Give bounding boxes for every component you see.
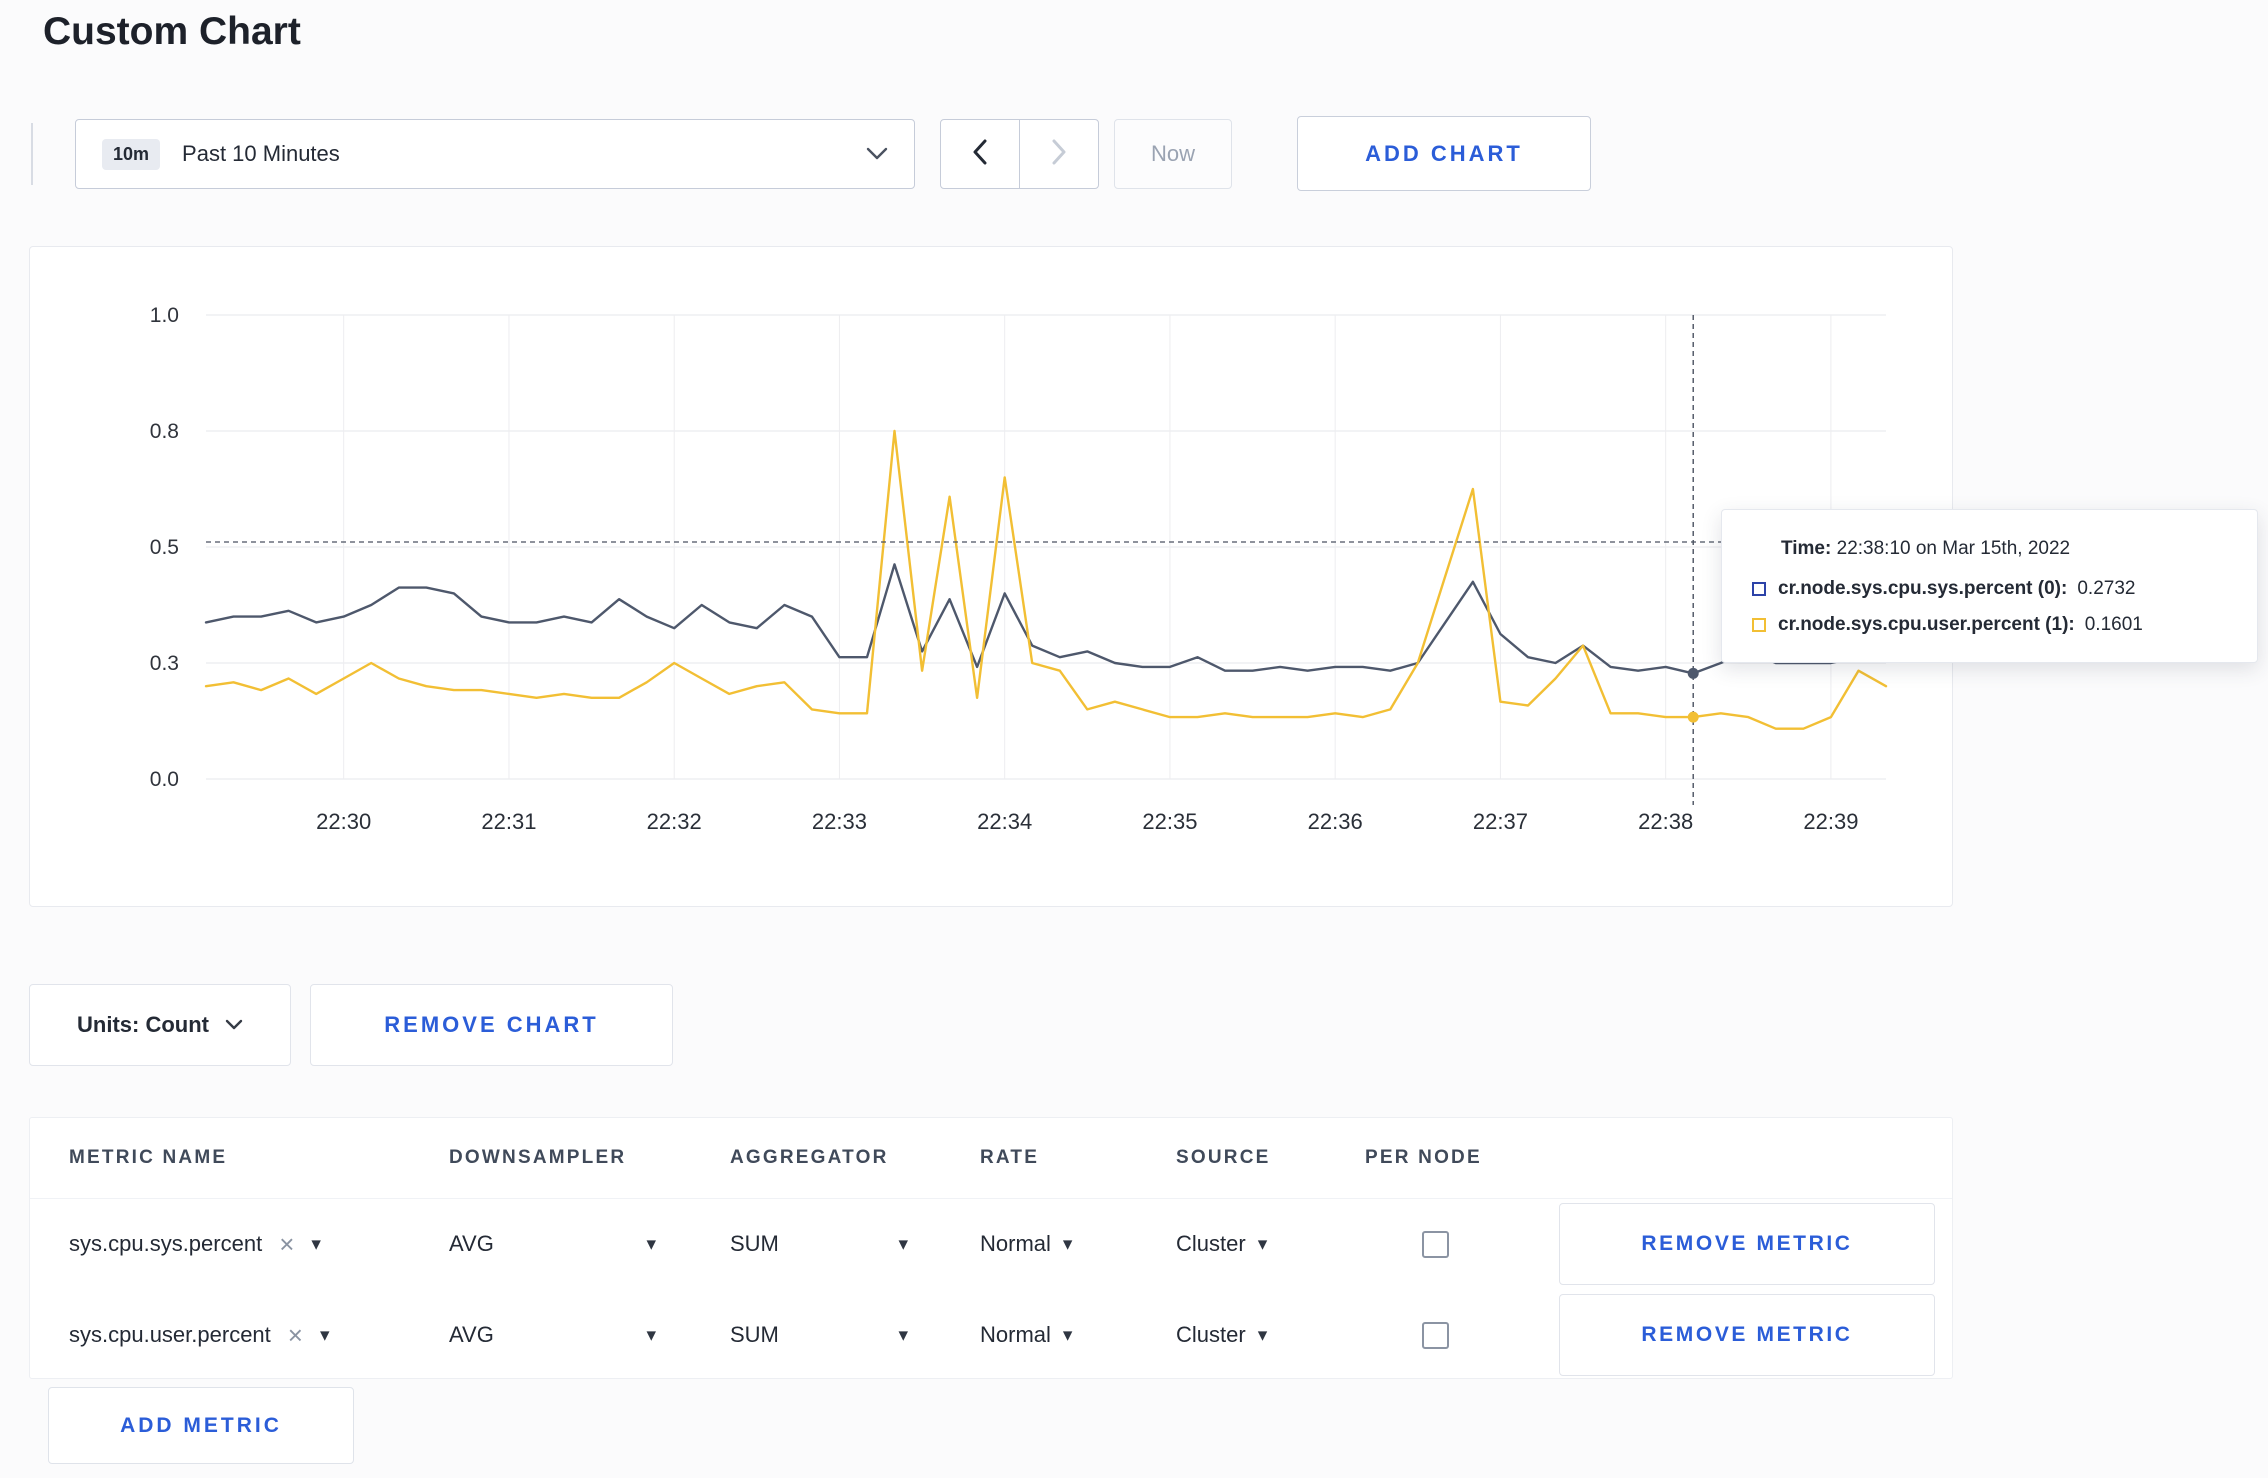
triangle-down-icon: ▾ (1257, 1324, 1268, 1346)
triangle-down-icon: ▾ (319, 1324, 330, 1346)
time-nav-group (940, 119, 1099, 189)
metric-row: sys.cpu.sys.percent × ▾ AVG ▾ SUM ▾ Norm… (30, 1203, 1952, 1285)
chevron-down-icon (866, 147, 888, 161)
tooltip-series-name: cr.node.sys.cpu.sys.percent (0): (1778, 578, 2068, 599)
rate-select[interactable]: Normal ▾ (980, 1294, 1072, 1376)
per-node-checkbox[interactable] (1421, 1321, 1449, 1349)
x-axis-label: 22:31 (481, 809, 536, 834)
prev-time-button[interactable] (940, 119, 1020, 189)
add-chart-button[interactable]: ADD CHART (1297, 116, 1591, 191)
tooltip-series-row: cr.node.sys.cpu.sys.percent (0): 0.2732 (1752, 578, 2227, 600)
triangle-down-icon: ▾ (1062, 1233, 1073, 1255)
triangle-down-icon: ▾ (311, 1233, 321, 1255)
column-header-aggregator: AGGREGATOR (730, 1147, 889, 1168)
y-axis-label: 0.8 (150, 420, 179, 443)
units-label: Units: Count (77, 1012, 209, 1037)
user-series-marker-icon (1752, 618, 1766, 632)
aggregator-value: SUM (730, 1231, 779, 1256)
column-header-rate: RATE (980, 1147, 1040, 1168)
rate-select[interactable]: Normal ▾ (980, 1203, 1072, 1285)
units-dropdown[interactable]: Units: Count (29, 984, 291, 1066)
x-axis-label: 22:36 (1308, 809, 1363, 834)
tooltip-time: Time: 22:38:10 on Mar 15th, 2022 (1781, 538, 2227, 560)
downsampler-value: AVG (449, 1231, 494, 1256)
column-header-downsampler: DOWNSAMPLER (449, 1147, 627, 1168)
column-header-per-node: PER NODE (1365, 1147, 1482, 1168)
time-range-badge: 10m (102, 138, 161, 170)
rate-value: Normal (980, 1231, 1051, 1256)
per-node-cell (1365, 1294, 1505, 1376)
remove-tag-icon[interactable]: × (288, 1322, 303, 1348)
series-line-0 (204, 563, 1888, 675)
tooltip-series-name: cr.node.sys.cpu.user.percent (1): (1778, 614, 2075, 635)
triangle-down-icon: ▾ (1062, 1324, 1073, 1346)
x-axis-label: 22:33 (812, 809, 867, 834)
source-value: Cluster (1176, 1231, 1246, 1256)
source-select[interactable]: Cluster ▾ (1176, 1294, 1267, 1376)
tooltip-time-label: Time: (1781, 538, 1832, 559)
tooltip-time-value: 22:38:10 on Mar 15th, 2022 (1836, 538, 2071, 559)
chart-canvas[interactable]: 0.0 0.3 0.5 0.8 1.0 22:30 22:31 22:32 22:33 22:34… (30, 247, 1954, 908)
hover-point-0 (1687, 667, 1699, 679)
x-axis-label: 22:32 (647, 809, 702, 834)
time-range-dropdown[interactable]: 10m Past 10 Minutes (75, 119, 915, 189)
triangle-down-icon: ▾ (1257, 1233, 1268, 1255)
rate-value: Normal (980, 1322, 1051, 1347)
chevron-left-icon (972, 139, 988, 170)
y-axis-label: 0.3 (150, 652, 179, 675)
remove-chart-button[interactable]: REMOVE CHART (310, 984, 673, 1066)
aggregator-select[interactable]: SUM ▾ (730, 1203, 908, 1285)
column-header-source: SOURCE (1176, 1147, 1271, 1168)
series-line-1 (204, 429, 1888, 730)
triangle-down-icon: ▾ (646, 1233, 656, 1255)
remove-metric-button[interactable]: REMOVE METRIC (1559, 1294, 1935, 1376)
remove-tag-icon[interactable]: × (279, 1231, 294, 1257)
column-header-metric-name: METRIC NAME (69, 1147, 228, 1168)
metrics-table: METRIC NAME DOWNSAMPLER AGGREGATOR RATE … (29, 1117, 1953, 1379)
source-value: Cluster (1176, 1322, 1246, 1347)
tooltip-series-value: 0.2732 (2077, 578, 2136, 599)
triangle-down-icon: ▾ (898, 1233, 908, 1255)
triangle-down-icon: ▾ (646, 1324, 656, 1346)
x-axis-label: 22:30 (316, 809, 371, 834)
chevron-right-icon (1051, 139, 1067, 170)
x-axis-label: 22:35 (1142, 809, 1197, 834)
y-axis-label: 0.0 (150, 768, 179, 791)
metric-name-value: sys.cpu.user.percent (69, 1322, 271, 1347)
chart-panel: 0.0 0.3 0.5 0.8 1.0 22:30 22:31 22:32 22:33 22:34… (29, 246, 1953, 907)
x-axis-label: 22:38 (1638, 809, 1693, 834)
add-metric-button[interactable]: ADD METRIC (48, 1387, 354, 1464)
downsampler-select[interactable]: AVG ▾ (449, 1203, 656, 1285)
tooltip-series-row: cr.node.sys.cpu.user.percent (1): 0.1601 (1752, 614, 2227, 636)
chart-tooltip: Time: 22:38:10 on Mar 15th, 2022 cr.node… (1721, 509, 2258, 663)
x-axis-label: 22:37 (1473, 809, 1528, 834)
per-node-cell (1365, 1203, 1505, 1285)
remove-metric-button[interactable]: REMOVE METRIC (1559, 1203, 1935, 1285)
now-button[interactable]: Now (1114, 119, 1232, 189)
next-time-button[interactable] (1019, 119, 1099, 189)
aggregator-value: SUM (730, 1322, 779, 1347)
hover-point-1 (1687, 711, 1699, 723)
downsampler-select[interactable]: AVG ▾ (449, 1294, 656, 1376)
per-node-checkbox[interactable] (1421, 1230, 1449, 1258)
tooltip-series-value: 0.1601 (2084, 614, 2143, 635)
metric-name-select[interactable]: sys.cpu.user.percent × ▾ (69, 1294, 330, 1376)
downsampler-value: AVG (449, 1322, 494, 1347)
x-axis-label: 22:39 (1803, 809, 1858, 834)
page-title: Custom Chart (43, 10, 301, 53)
triangle-down-icon: ▾ (898, 1324, 908, 1346)
toolbar-divider (31, 123, 33, 185)
aggregator-select[interactable]: SUM ▾ (730, 1294, 908, 1376)
metric-row: sys.cpu.user.percent × ▾ AVG ▾ SUM ▾ Nor… (30, 1294, 1952, 1376)
metric-name-select[interactable]: sys.cpu.sys.percent × ▾ (69, 1203, 321, 1285)
x-axis-label: 22:34 (977, 809, 1032, 834)
y-axis-label: 0.5 (150, 536, 179, 559)
sys-series-marker-icon (1752, 582, 1766, 596)
header-divider (30, 1198, 1952, 1199)
time-range-label: Past 10 Minutes (182, 141, 340, 166)
chevron-down-icon (225, 1019, 243, 1031)
y-axis-label: 1.0 (150, 304, 179, 327)
source-select[interactable]: Cluster ▾ (1176, 1203, 1267, 1285)
metric-name-value: sys.cpu.sys.percent (69, 1231, 263, 1256)
